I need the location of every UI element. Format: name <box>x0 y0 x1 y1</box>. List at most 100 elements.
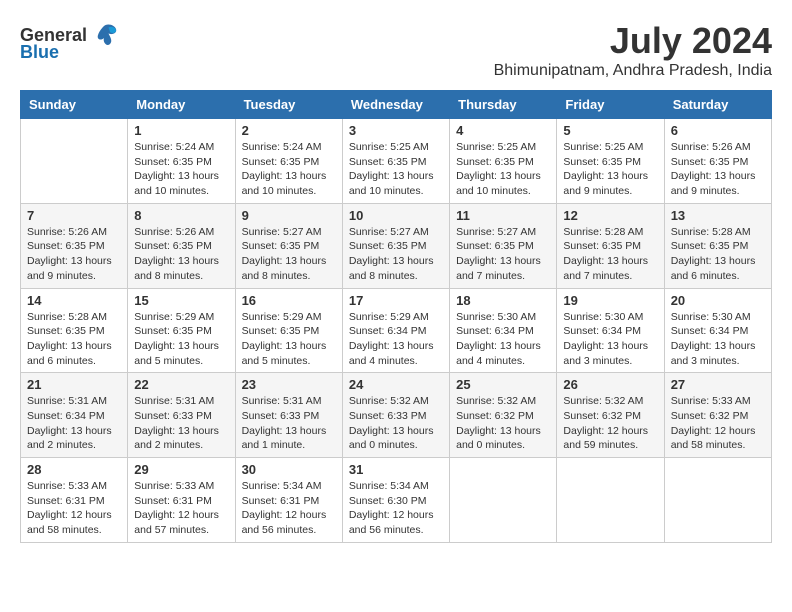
calendar-cell: 5 Sunrise: 5:25 AM Sunset: 6:35 PM Daylig… <box>557 119 664 204</box>
day-number: 28 <box>27 462 121 477</box>
day-number: 7 <box>27 208 121 223</box>
day-info: Sunrise: 5:31 AM Sunset: 6:33 PM Dayligh… <box>242 394 336 453</box>
day-info: Sunrise: 5:28 AM Sunset: 6:35 PM Dayligh… <box>27 310 121 369</box>
day-info: Sunrise: 5:24 AM Sunset: 6:35 PM Dayligh… <box>134 140 228 199</box>
day-number: 19 <box>563 293 657 308</box>
day-number: 22 <box>134 377 228 392</box>
calendar-cell: 30 Sunrise: 5:34 AM Sunset: 6:31 PM Dayli… <box>235 458 342 543</box>
calendar-cell <box>21 119 128 204</box>
calendar-cell: 10 Sunrise: 5:27 AM Sunset: 6:35 PM Dayli… <box>342 203 449 288</box>
day-info: Sunrise: 5:24 AM Sunset: 6:35 PM Dayligh… <box>242 140 336 199</box>
location-title: Bhimunipatnam, Andhra Pradesh, India <box>494 62 772 80</box>
calendar-cell: 13 Sunrise: 5:28 AM Sunset: 6:35 PM Dayli… <box>664 203 771 288</box>
calendar-week-5: 28 Sunrise: 5:33 AM Sunset: 6:31 PM Dayli… <box>21 458 772 543</box>
calendar-week-1: 1Sunrise: 5:24 AM Sunset: 6:35 PM Daylig… <box>21 119 772 204</box>
calendar-cell: 28 Sunrise: 5:33 AM Sunset: 6:31 PM Dayli… <box>21 458 128 543</box>
calendar-cell: 29Sunrise: 5:33 AM Sunset: 6:31 PM Dayli… <box>128 458 235 543</box>
calendar-cell: 16 Sunrise: 5:29 AM Sunset: 6:35 PM Dayli… <box>235 288 342 373</box>
title-section: July 2024 Bhimunipatnam, Andhra Pradesh,… <box>494 20 772 80</box>
weekday-header-monday: Monday <box>128 91 235 119</box>
day-number: 30 <box>242 462 336 477</box>
day-info: Sunrise: 5:28 AM Sunset: 6:35 PM Dayligh… <box>671 225 765 284</box>
day-info: Sunrise: 5:25 AM Sunset: 6:35 PM Dayligh… <box>456 140 550 199</box>
day-info: Sunrise: 5:25 AM Sunset: 6:35 PM Dayligh… <box>563 140 657 199</box>
weekday-header-tuesday: Tuesday <box>235 91 342 119</box>
weekday-header-sunday: Sunday <box>21 91 128 119</box>
day-number: 12 <box>563 208 657 223</box>
day-info: Sunrise: 5:27 AM Sunset: 6:35 PM Dayligh… <box>242 225 336 284</box>
day-info: Sunrise: 5:33 AM Sunset: 6:31 PM Dayligh… <box>27 479 121 538</box>
day-info: Sunrise: 5:27 AM Sunset: 6:35 PM Dayligh… <box>349 225 443 284</box>
day-number: 16 <box>242 293 336 308</box>
day-info: Sunrise: 5:29 AM Sunset: 6:35 PM Dayligh… <box>242 310 336 369</box>
calendar-cell <box>664 458 771 543</box>
day-info: Sunrise: 5:29 AM Sunset: 6:34 PM Dayligh… <box>349 310 443 369</box>
day-number: 14 <box>27 293 121 308</box>
logo-bird-icon <box>89 20 119 50</box>
calendar-cell: 19 Sunrise: 5:30 AM Sunset: 6:34 PM Dayli… <box>557 288 664 373</box>
calendar-cell: 31Sunrise: 5:34 AM Sunset: 6:30 PM Dayli… <box>342 458 449 543</box>
day-info: Sunrise: 5:30 AM Sunset: 6:34 PM Dayligh… <box>671 310 765 369</box>
logo-blue-text: Blue <box>20 42 59 63</box>
day-number: 24 <box>349 377 443 392</box>
day-number: 5 <box>563 123 657 138</box>
day-number: 26 <box>563 377 657 392</box>
calendar-week-3: 14 Sunrise: 5:28 AM Sunset: 6:35 PM Dayli… <box>21 288 772 373</box>
day-info: Sunrise: 5:32 AM Sunset: 6:32 PM Dayligh… <box>563 394 657 453</box>
calendar-cell: 23 Sunrise: 5:31 AM Sunset: 6:33 PM Dayli… <box>235 373 342 458</box>
day-info: Sunrise: 5:30 AM Sunset: 6:34 PM Dayligh… <box>563 310 657 369</box>
month-title: July 2024 <box>494 20 772 62</box>
day-info: Sunrise: 5:27 AM Sunset: 6:35 PM Dayligh… <box>456 225 550 284</box>
day-number: 4 <box>456 123 550 138</box>
weekday-header-wednesday: Wednesday <box>342 91 449 119</box>
day-number: 15 <box>134 293 228 308</box>
calendar-cell <box>450 458 557 543</box>
day-info: Sunrise: 5:25 AM Sunset: 6:35 PM Dayligh… <box>349 140 443 199</box>
calendar-cell: 12Sunrise: 5:28 AM Sunset: 6:35 PM Dayli… <box>557 203 664 288</box>
day-number: 11 <box>456 208 550 223</box>
day-number: 13 <box>671 208 765 223</box>
calendar-cell: 20 Sunrise: 5:30 AM Sunset: 6:34 PM Dayli… <box>664 288 771 373</box>
calendar-cell: 27 Sunrise: 5:33 AM Sunset: 6:32 PM Dayli… <box>664 373 771 458</box>
calendar-cell: 1Sunrise: 5:24 AM Sunset: 6:35 PM Daylig… <box>128 119 235 204</box>
calendar-cell: 22 Sunrise: 5:31 AM Sunset: 6:33 PM Dayli… <box>128 373 235 458</box>
day-number: 27 <box>671 377 765 392</box>
day-number: 20 <box>671 293 765 308</box>
calendar-cell: 21Sunrise: 5:31 AM Sunset: 6:34 PM Dayli… <box>21 373 128 458</box>
calendar-cell: 25 Sunrise: 5:32 AM Sunset: 6:32 PM Dayli… <box>450 373 557 458</box>
calendar-cell: 6 Sunrise: 5:26 AM Sunset: 6:35 PM Daylig… <box>664 119 771 204</box>
day-info: Sunrise: 5:34 AM Sunset: 6:31 PM Dayligh… <box>242 479 336 538</box>
day-info: Sunrise: 5:32 AM Sunset: 6:33 PM Dayligh… <box>349 394 443 453</box>
calendar-week-4: 21Sunrise: 5:31 AM Sunset: 6:34 PM Dayli… <box>21 373 772 458</box>
calendar-cell: 4 Sunrise: 5:25 AM Sunset: 6:35 PM Daylig… <box>450 119 557 204</box>
weekday-header-row: SundayMondayTuesdayWednesdayThursdayFrid… <box>21 91 772 119</box>
day-number: 8 <box>134 208 228 223</box>
weekday-header-friday: Friday <box>557 91 664 119</box>
day-info: Sunrise: 5:32 AM Sunset: 6:32 PM Dayligh… <box>456 394 550 453</box>
day-number: 31 <box>349 462 443 477</box>
day-info: Sunrise: 5:31 AM Sunset: 6:33 PM Dayligh… <box>134 394 228 453</box>
logo: General Blue <box>20 20 119 63</box>
calendar-cell: 8 Sunrise: 5:26 AM Sunset: 6:35 PM Daylig… <box>128 203 235 288</box>
calendar-cell: 26 Sunrise: 5:32 AM Sunset: 6:32 PM Dayli… <box>557 373 664 458</box>
calendar-cell: 9Sunrise: 5:27 AM Sunset: 6:35 PM Daylig… <box>235 203 342 288</box>
calendar-cell: 7Sunrise: 5:26 AM Sunset: 6:35 PM Daylig… <box>21 203 128 288</box>
calendar-cell: 18Sunrise: 5:30 AM Sunset: 6:34 PM Dayli… <box>450 288 557 373</box>
calendar-cell: 2Sunrise: 5:24 AM Sunset: 6:35 PM Daylig… <box>235 119 342 204</box>
day-number: 6 <box>671 123 765 138</box>
weekday-header-thursday: Thursday <box>450 91 557 119</box>
calendar-week-2: 7 Sunrise: 5:26 AM Sunset: 6:35 PM Daylig… <box>21 203 772 288</box>
day-info: Sunrise: 5:29 AM Sunset: 6:35 PM Dayligh… <box>134 310 228 369</box>
day-info: Sunrise: 5:33 AM Sunset: 6:32 PM Dayligh… <box>671 394 765 453</box>
day-info: Sunrise: 5:26 AM Sunset: 6:35 PM Dayligh… <box>134 225 228 284</box>
day-number: 21 <box>27 377 121 392</box>
calendar-cell: 24 Sunrise: 5:32 AM Sunset: 6:33 PM Dayli… <box>342 373 449 458</box>
day-number: 18 <box>456 293 550 308</box>
day-number: 23 <box>242 377 336 392</box>
day-info: Sunrise: 5:33 AM Sunset: 6:31 PM Dayligh… <box>134 479 228 538</box>
day-info: Sunrise: 5:26 AM Sunset: 6:35 PM Dayligh… <box>671 140 765 199</box>
day-number: 25 <box>456 377 550 392</box>
calendar-cell <box>557 458 664 543</box>
day-number: 10 <box>349 208 443 223</box>
calendar-cell: 15 Sunrise: 5:29 AM Sunset: 6:35 PM Dayli… <box>128 288 235 373</box>
